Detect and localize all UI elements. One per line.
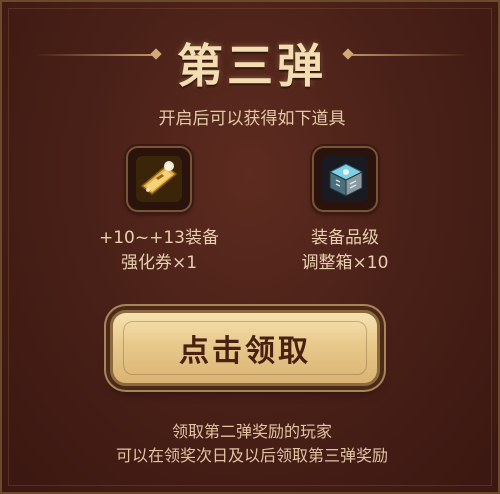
item-label: +10~+13装备 强化券×1 — [84, 226, 234, 276]
equipment-grade-box-icon — [322, 156, 368, 202]
page-title: 第三弹 — [177, 39, 327, 93]
item-name: +10~+13装备 — [99, 228, 219, 248]
item-quantity: 调整箱×10 — [301, 253, 389, 273]
claim-button-label: 点击领取 — [179, 334, 311, 369]
item-icon-frame — [126, 146, 192, 212]
item-icon-frame — [312, 146, 378, 212]
footer-note: 领取第二弹奖励的玩家 可以在领奖次日及以后领取第三弹奖励 — [2, 420, 500, 468]
title-row: 第三弹 — [2, 30, 500, 94]
item-quantity: 强化券×1 — [120, 253, 198, 273]
reward-item-grade-box[interactable]: 装备品级 调整箱×10 — [270, 146, 420, 276]
title-ornament-right — [350, 54, 470, 56]
claim-button[interactable]: 点击领取 — [110, 310, 380, 386]
reward-item-enhancement-ticket[interactable]: +10~+13装备 强化券×1 — [84, 146, 234, 276]
subtitle: 开启后可以获得如下道具 — [158, 109, 346, 129]
footer-line-1: 领取第二弹奖励的玩家 — [171, 422, 332, 441]
enhancement-ticket-icon — [136, 156, 182, 202]
reward-panel: 第三弹 开启后可以获得如下道具 +10~+13装备 强化券×1 装备品级 调整箱… — [0, 0, 500, 494]
footer-line-2: 可以在领奖次日及以后领取第三弹奖励 — [115, 446, 388, 465]
item-label: 装备品级 调整箱×10 — [270, 226, 420, 276]
item-name: 装备品级 — [311, 228, 379, 248]
